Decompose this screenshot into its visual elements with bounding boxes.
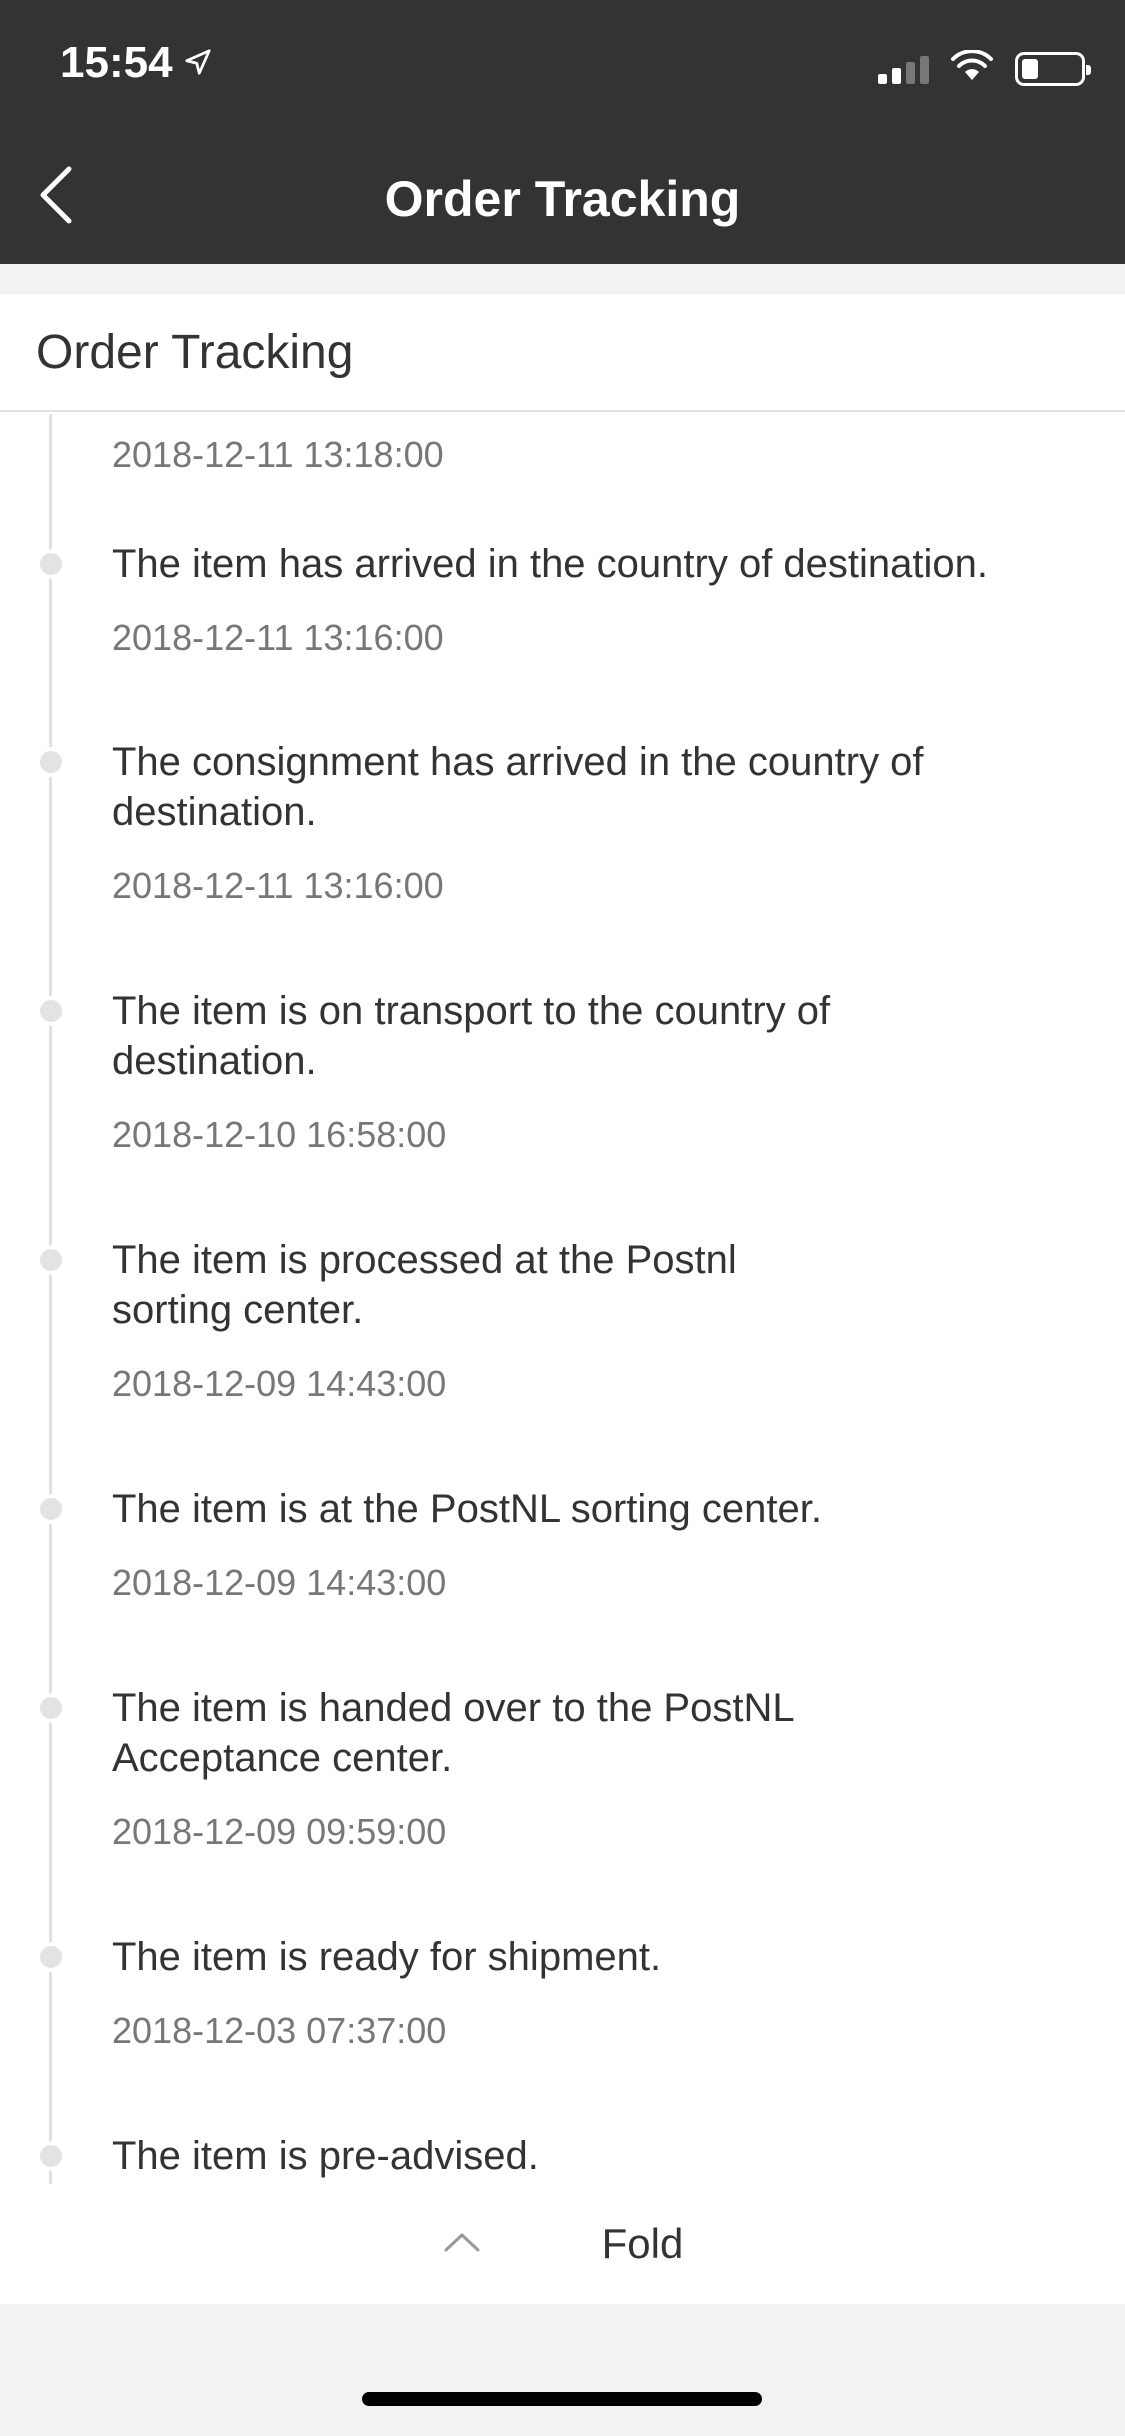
status-time: 15:54 [60, 38, 213, 88]
timeline-dot [36, 1693, 66, 1723]
timeline-dot [36, 747, 66, 777]
event-time: 2018-12-03 07:37:00 [112, 2010, 447, 2051]
status-icons [878, 49, 1091, 87]
event-time: 2018-12-11 13:16:00 [112, 617, 444, 658]
event-time: 2018-12-11 13:16:00 [112, 865, 444, 906]
cellular-signal-icon [878, 54, 929, 84]
timeline-dot [36, 1245, 66, 1275]
timeline-scroll[interactable]: 2018-12-11 13:18:00 The item has arrived… [0, 414, 1125, 2184]
nav-title: Order Tracking [384, 171, 741, 227]
timeline-line [49, 414, 52, 2184]
event-text: The item is ready for shipment. [112, 1935, 662, 1979]
chevron-up-icon [442, 2230, 482, 2259]
battery-icon [1015, 51, 1091, 86]
timeline-dot [36, 1494, 66, 1524]
fold-button[interactable]: Fold [0, 2184, 1125, 2304]
home-indicator[interactable] [362, 2392, 762, 2406]
event-text: The item has arrived in the country of d… [112, 542, 989, 586]
event-text: The item is handed over to the PostNL Ac… [112, 1686, 794, 1780]
timeline-dot [36, 996, 66, 1026]
fold-label: Fold [601, 2220, 684, 2267]
event-text: The item is on transport to the country … [112, 989, 831, 1083]
event-time: 2018-12-09 09:59:00 [112, 1811, 447, 1852]
event-text: The item is processed at the Postnl sort… [112, 1238, 737, 1332]
status-time-text: 15:54 [60, 38, 173, 87]
timeline-dot [36, 2141, 66, 2171]
event-text: The item is at the PostNL sorting center… [112, 1487, 822, 1531]
event-time: 2018-12-10 16:58:00 [112, 1114, 447, 1155]
event-text: The consignment has arrived in the count… [112, 740, 924, 834]
timeline-dot [36, 549, 66, 579]
event-time: 2018-12-11 13:18:00 [112, 434, 444, 475]
wifi-icon [951, 49, 993, 87]
screen: 15:54 Order Tracking Order Tracking 2018… [0, 0, 1125, 2436]
event-time: 2018-12-09 14:43:00 [112, 1363, 447, 1404]
tracking-card: Order Tracking 2018-12-11 13:18:00 The i… [0, 294, 1125, 2304]
location-arrow-icon [183, 38, 213, 88]
event-time: 2018-12-09 14:43:00 [112, 1562, 447, 1603]
timeline-dot [36, 1942, 66, 1972]
event-text: The item is pre-advised. [112, 2134, 539, 2178]
card-header: Order Tracking [0, 294, 1125, 412]
top-bar: 15:54 Order Tracking [0, 0, 1125, 264]
